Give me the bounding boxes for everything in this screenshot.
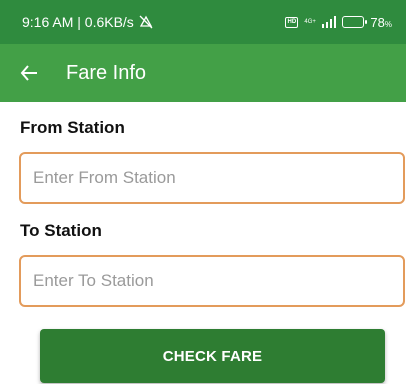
from-station-label: From Station <box>20 118 125 137</box>
battery-percent: 78% <box>370 14 392 30</box>
arrow-left-icon <box>20 64 38 82</box>
from-station-input[interactable] <box>19 152 405 204</box>
signal-icon <box>321 16 337 28</box>
to-station-label: To Station <box>20 221 102 240</box>
battery-icon <box>342 16 368 28</box>
page-title: Fare Info <box>66 61 147 84</box>
back-button[interactable] <box>20 53 60 93</box>
status-right: HD 4G+ 78% <box>285 15 392 30</box>
app-bar: Fare Info <box>0 44 406 102</box>
network-type-icon: 4G+ <box>304 19 316 25</box>
time-speed-text: 9:16 AM | 0.6KB/s <box>22 14 134 30</box>
to-station-input[interactable] <box>19 255 405 307</box>
status-left: 9:16 AM | 0.6KB/s <box>22 14 154 30</box>
silent-icon <box>138 15 154 29</box>
network-type-label: 4G+ <box>304 19 316 25</box>
sim-icon: HD <box>285 16 299 28</box>
check-fare-button[interactable]: CHECK FARE <box>40 329 385 383</box>
status-bar: 9:16 AM | 0.6KB/s HD 4G+ 78% <box>0 0 406 44</box>
